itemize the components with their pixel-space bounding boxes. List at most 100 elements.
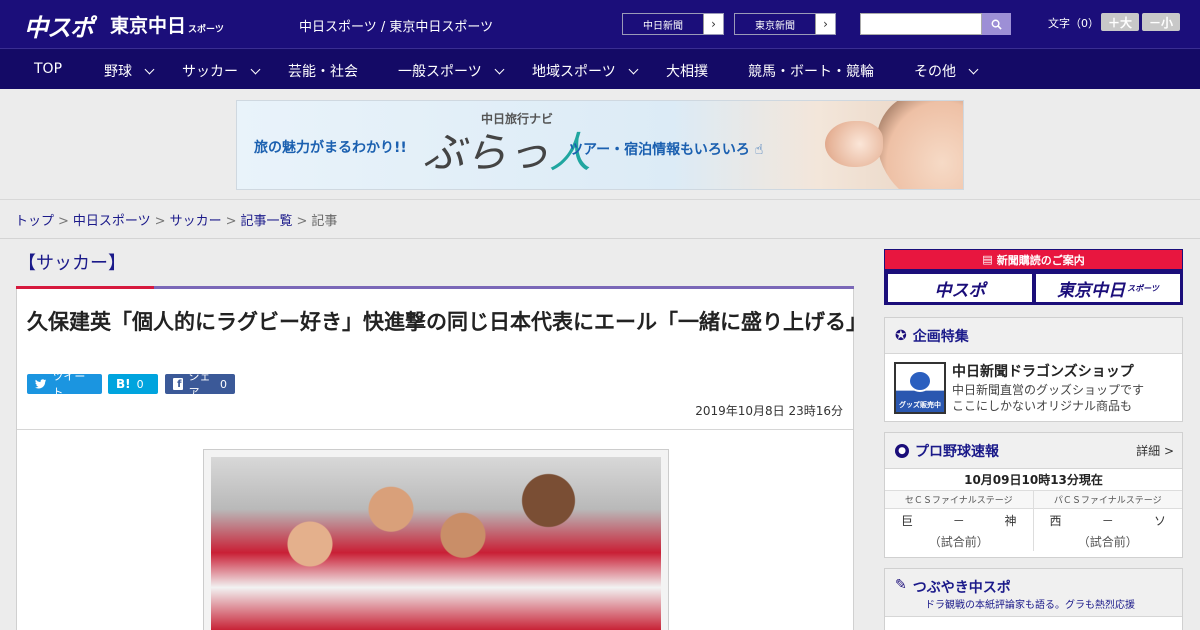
nav-item-general-sports[interactable]: 一般スポーツ: [398, 61, 505, 81]
newspaper-icon: ▤: [982, 253, 993, 266]
baseball-more-link[interactable]: 詳細 >: [1136, 442, 1174, 459]
score-card[interactable]: セＣＳファイナルステージ 巨 － 神 （試合前）: [885, 491, 1034, 551]
chevron-right-icon: ›: [703, 14, 723, 34]
nav-item-label: 地域スポーツ: [532, 64, 616, 80]
chuspo-logo[interactable]: 中スポ: [24, 8, 94, 43]
ad-right-text: ツアー・宿泊情報もいろいろ ☝: [569, 139, 763, 159]
ad-right-label: ツアー・宿泊情報もいろいろ: [569, 142, 750, 158]
nav-item-baseball[interactable]: 野球: [104, 61, 155, 81]
search-button[interactable]: [982, 13, 1011, 35]
away-team: ソ: [1153, 513, 1166, 528]
nav-item-label: その他: [914, 64, 956, 80]
breadcrumb-separator: >: [296, 214, 308, 229]
nav-item-racing[interactable]: 競馬・ボート・競輪: [748, 61, 874, 81]
chevron-down-icon: [144, 64, 155, 74]
share-label: シェア: [188, 370, 211, 399]
nav-item-entertainment[interactable]: 芸能・社会: [288, 61, 358, 81]
share-count: 0: [220, 377, 227, 391]
subscribe-tokyo-chunichi-sub: スポーツ: [1127, 283, 1159, 293]
tweet-chuspo-head: ✎ つぶやき中スポ ドラ観戦の本紙評論家も語る。グラも熱烈応援: [885, 569, 1182, 617]
home-team: 西: [1049, 513, 1062, 528]
subscription-head: ▤ 新聞購読のご案内: [885, 250, 1182, 269]
tokyo-shimbun-link[interactable]: 東京新聞 ›: [734, 13, 836, 35]
baseball-scores-box: ● プロ野球速報 詳細 > 10月09日10時13分現在 セＣＳファイナルステー…: [884, 432, 1183, 558]
twitter-icon: [35, 379, 47, 389]
nav-item-soccer[interactable]: サッカー: [182, 61, 261, 81]
nav-item-label: 競馬・ボート・競輪: [748, 64, 874, 80]
subscribe-chuspo-button[interactable]: 中スポ: [888, 274, 1032, 302]
font-size-label: 文字（0）: [1048, 17, 1099, 30]
nav-item-label: 野球: [104, 64, 132, 80]
chevron-down-icon: [968, 64, 979, 74]
hatena-count: 0: [136, 377, 144, 391]
shop-desc-line: ここにしかないオリジナル商品も: [952, 399, 1133, 413]
chevron-down-icon: [250, 64, 261, 74]
article-photo[interactable]: [203, 449, 669, 630]
score-dash: －: [952, 513, 965, 528]
nav-item-local-sports[interactable]: 地域スポーツ: [532, 61, 639, 81]
chevron-right-icon: ›: [815, 14, 835, 34]
tweet-chuspo-title[interactable]: つぶやき中スポ: [913, 577, 1011, 597]
subscription-head-label: 新聞購読のご案内: [996, 253, 1085, 267]
ad-lead-text: 旅の魅力がまるわかり!!: [254, 140, 407, 156]
goods-caption: グッズ販売中: [899, 401, 941, 409]
breadcrumb-separator: >: [154, 214, 166, 229]
nav-item-label: 一般スポーツ: [398, 64, 482, 80]
ad-photo: [877, 101, 963, 189]
tweet-button[interactable]: ツイート: [27, 370, 102, 399]
home-team: 巨: [901, 513, 914, 528]
baseball-icon: ●: [895, 443, 909, 458]
breadcrumb: トップ > 中日スポーツ > サッカー > 記事一覧 > 記事: [0, 200, 1200, 239]
baseball-head: ● プロ野球速報 詳細 >: [885, 433, 1182, 469]
megaphone-icon: ✎: [895, 577, 907, 593]
breadcrumb-chunichi-sports[interactable]: 中日スポーツ: [73, 214, 151, 229]
hatena-icon: B!: [116, 377, 131, 391]
font-smaller-button[interactable]: －小: [1142, 13, 1180, 31]
away-team: 神: [1004, 513, 1017, 528]
score-teams: 西 － ソ: [1034, 509, 1183, 531]
chunichi-shimbun-link[interactable]: 中日新聞 ›: [622, 13, 724, 35]
score-card[interactable]: パＣＳファイナルステージ 西 － ソ （試合前）: [1033, 491, 1183, 551]
shop-title-link[interactable]: 中日新聞ドラゴンズショップ: [952, 361, 1134, 381]
breadcrumb-top[interactable]: トップ: [15, 214, 54, 229]
tweet-label: ツイート: [52, 370, 86, 399]
facebook-icon: f: [173, 378, 183, 390]
dragons-shop-thumbnail[interactable]: グッズ販売中: [894, 362, 946, 414]
feature-box: ✪ 企画特集 グッズ販売中 中日新聞ドラゴンズショップ 中日新聞直営のグッズショ…: [884, 317, 1183, 422]
travel-ad-banner[interactable]: 旅の魅力がまるわかり!! 中日旅行ナビ ぶらっ人 ツアー・宿泊情報もいろいろ ☝: [236, 100, 964, 190]
site-name: 中日スポーツ / 東京中日スポーツ: [299, 20, 494, 35]
tokyo-chunichi-logo[interactable]: 東京中日 スポーツ: [110, 11, 224, 38]
search-icon: [991, 19, 1002, 30]
shop-description: 中日新聞直営のグッズショップです ここにしかないオリジナル商品も: [952, 382, 1144, 414]
search-input[interactable]: [860, 13, 982, 35]
breadcrumb-soccer[interactable]: サッカー: [170, 214, 222, 229]
chevron-down-icon: [628, 64, 639, 74]
nav-item-top[interactable]: TOP: [34, 61, 62, 77]
chunichi-shimbun-label: 中日新聞: [623, 14, 703, 34]
facebook-share-button[interactable]: f シェア 0: [165, 370, 235, 399]
breadcrumb-article-list[interactable]: 記事一覧: [241, 214, 293, 229]
pointing-hand-icon: ☝: [754, 142, 764, 158]
font-bigger-button[interactable]: ＋大: [1101, 13, 1139, 31]
shop-desc-line: 中日新聞直営のグッズショップです: [952, 383, 1145, 397]
hatena-bookmark-button[interactable]: B! 0: [108, 374, 158, 394]
nav-item-other[interactable]: その他: [914, 61, 979, 81]
score-columns: セＣＳファイナルステージ 巨 － 神 （試合前） パＣＳファイナルステージ 西 …: [885, 491, 1182, 551]
mascot-image: [908, 370, 932, 392]
nav-item-sumo[interactable]: 大相撲: [666, 61, 708, 81]
subscribe-tokyo-chunichi-button[interactable]: 東京中日 スポーツ: [1036, 274, 1180, 302]
nav-item-label: 芸能・社会: [288, 64, 358, 80]
site-header: 中スポ 東京中日 スポーツ 中日スポーツ / 東京中日スポーツ 中日新聞 › 東京…: [0, 0, 1200, 48]
game-status: （試合前）: [928, 534, 989, 549]
main-nav: TOP 野球 サッカー 芸能・社会 一般スポーツ 地域スポーツ 大相撲 競馬・ボ…: [0, 48, 1200, 89]
seashell-image: [825, 121, 883, 167]
breadcrumb-separator: >: [58, 214, 69, 229]
nav-item-label: TOP: [34, 61, 63, 77]
subscribe-tokyo-chunichi-label: 東京中日: [1057, 280, 1126, 301]
rugby-team-photo: [211, 457, 661, 630]
tweet-chuspo-box: ✎ つぶやき中スポ ドラ観戦の本紙評論家も語る。グラも熱烈応援: [884, 568, 1183, 630]
banner-area: 旅の魅力がまるわかり!! 中日旅行ナビ ぶらっ人 ツアー・宿泊情報もいろいろ ☝: [0, 89, 1200, 200]
article-divider: [17, 429, 853, 430]
category-label: 【サッカー】: [16, 249, 154, 289]
chevron-down-icon: [494, 64, 505, 74]
